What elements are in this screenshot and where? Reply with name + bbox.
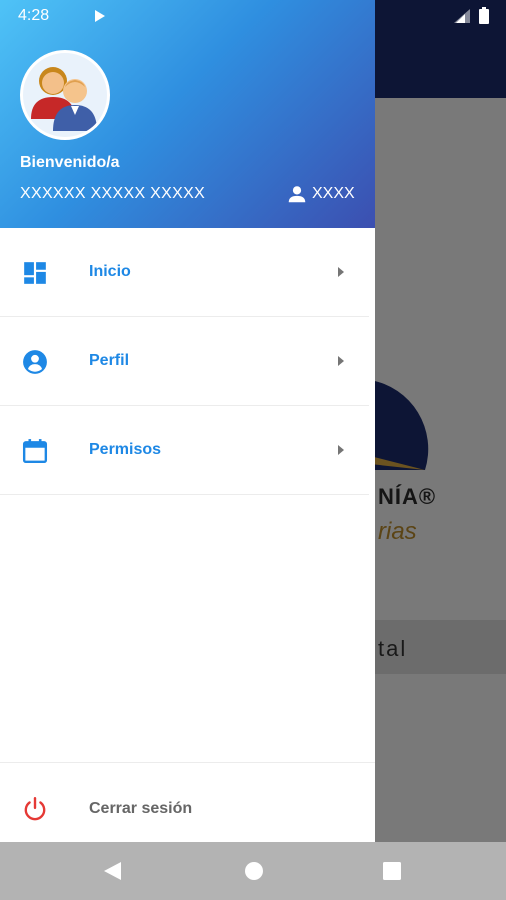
account-circle-icon: [23, 350, 47, 374]
chevron-right-icon: [338, 267, 344, 277]
chevron-right-icon: [338, 445, 344, 455]
drawer-menu: Inicio Perfil Permisos: [0, 228, 375, 495]
avatar: [20, 50, 110, 140]
status-bar: 4:28: [0, 0, 506, 32]
play-store-icon: [95, 10, 105, 22]
status-time: 4:28: [18, 7, 50, 24]
system-nav-bar: [0, 842, 506, 900]
menu-item-permisos[interactable]: Permisos: [0, 406, 369, 495]
drawer-header: Bienvenido/a XXXXXX XXXXX XXXXX XXXX: [0, 0, 375, 228]
navigation-drawer: Bienvenido/a XXXXXX XXXXX XXXXX XXXX Ini…: [0, 0, 375, 842]
menu-item-label: Permisos: [89, 441, 162, 458]
logout-label: Cerrar sesión: [89, 800, 193, 817]
user-code-group: XXXX: [286, 182, 355, 206]
back-icon[interactable]: [101, 860, 123, 882]
recent-apps-icon[interactable]: [383, 862, 401, 880]
home-icon[interactable]: [244, 861, 264, 881]
user-code: XXXX: [312, 185, 355, 202]
menu-item-perfil[interactable]: Perfil: [0, 317, 369, 406]
menu-item-label: Perfil: [89, 352, 130, 369]
welcome-text: Bienvenido/a: [20, 154, 120, 171]
calendar-icon: [22, 439, 48, 464]
menu-item-label: Inicio: [89, 263, 131, 280]
user-name: XXXXXX XXXXX XXXXX: [20, 185, 206, 202]
users-avatar-icon: [31, 67, 97, 131]
person-icon: [288, 186, 306, 203]
signal-icon: [454, 9, 470, 23]
logout-button[interactable]: Cerrar sesión: [0, 762, 375, 842]
battery-icon: [479, 7, 489, 24]
menu-item-inicio[interactable]: Inicio: [0, 228, 369, 317]
chevron-right-icon: [338, 356, 344, 366]
dashboard-icon: [24, 262, 46, 284]
power-icon: [24, 796, 46, 821]
